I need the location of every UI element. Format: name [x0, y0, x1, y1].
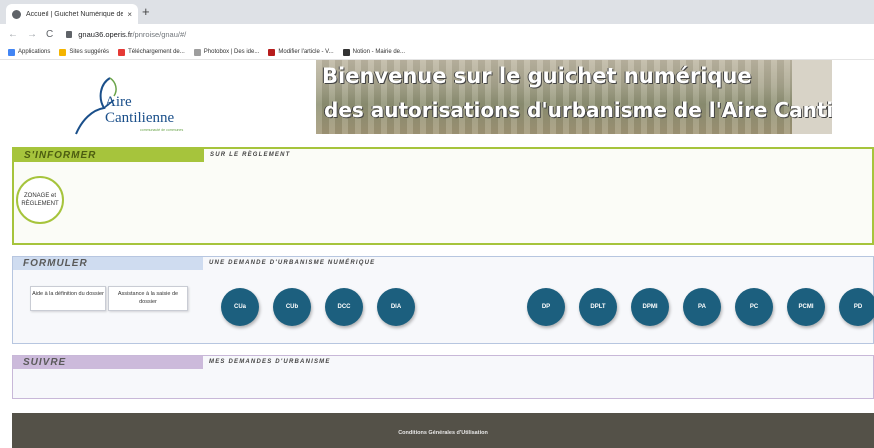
bookmark-favicon-icon [268, 48, 276, 56]
demande-cua-button[interactable]: CUa [221, 288, 259, 326]
reload-icon[interactable]: C [46, 29, 53, 40]
browser-tab[interactable]: Accueil | Guichet Numérique des × [6, 4, 138, 24]
bookmark-modifier-article[interactable]: Modifier l'article - V... [268, 48, 334, 56]
demande-pcmi-button[interactable]: PCMI [787, 288, 825, 326]
logo-text-aire: Aire [105, 94, 132, 110]
cgu-link[interactable]: Conditions Générales d'Utilisation [12, 430, 874, 436]
tab-bar: Accueil | Guichet Numérique des × + [0, 0, 874, 24]
assistance-saisie-dossier-button[interactable]: Assistance à la saisie de dossier [108, 286, 188, 311]
section-informer-subtitle: SUR LE RÈGLEMENT [210, 152, 291, 158]
bookmark-favicon-icon [193, 48, 201, 56]
new-tab-button[interactable]: + [142, 5, 150, 19]
section-suivre-label: SUIVRE [23, 357, 67, 368]
address-bar[interactable]: gnau36.operis.fr/pnroise/gnau/#/ [78, 30, 186, 39]
section-formuler-label: FORMULER [23, 258, 88, 269]
bookmark-notion[interactable]: Notion - Mairie de... [342, 48, 405, 56]
bookmark-favicon-icon [342, 48, 350, 56]
bookmark-applications[interactable]: Applications [8, 48, 50, 56]
section-formuler: FORMULER UNE DEMANDE D'URBANISME NUMÉRIQ… [12, 256, 874, 344]
bookmark-sites-suggeres[interactable]: Sites suggérés [59, 48, 109, 56]
page-footer: Conditions Générales d'Utilisation [12, 413, 874, 448]
tab-title: Accueil | Guichet Numérique des [26, 10, 124, 18]
page-content: Aire Cantilienne communauté de communes … [0, 60, 874, 448]
banner-photo-edge [792, 60, 832, 134]
demande-dpmi-button[interactable]: DPMI [631, 288, 669, 326]
bookmark-telechargement[interactable]: Téléchargement de... [118, 48, 185, 56]
close-tab-icon[interactable]: × [127, 10, 132, 19]
url-host: gnau36.operis.fr [78, 30, 133, 39]
banner-title-line2: des autorisations d'urbanisme de l'Aire … [324, 98, 832, 122]
demande-dp-button[interactable]: DP [527, 288, 565, 326]
section-suivre-subtitle: MES DEMANDES D'URBANISME [209, 359, 331, 365]
demande-pc-button[interactable]: PC [735, 288, 773, 326]
banner-title-line1: Bienvenue sur le guichet numérique [322, 64, 752, 88]
site-favicon-icon [12, 9, 21, 19]
bookmark-favicon-icon [59, 48, 67, 56]
logo-text-cantilienne: Cantilienne [105, 110, 175, 126]
bookmarks-bar: Applications Sites suggérés Téléchargeme… [0, 45, 874, 60]
section-informer: S'INFORMER SUR LE RÈGLEMENT ZONAGE et RÈ… [12, 147, 874, 245]
url-path: /pnroise/gnau/#/ [132, 30, 187, 39]
apps-grid-icon [8, 48, 15, 56]
demande-pd-button[interactable]: PD [839, 288, 874, 326]
demande-dplt-button[interactable]: DPLT [579, 288, 617, 326]
lock-icon[interactable] [66, 31, 73, 38]
demande-cub-button[interactable]: CUb [273, 288, 311, 326]
forward-arrow-icon[interactable]: → [27, 29, 37, 40]
aide-definition-dossier-button[interactable]: Aide à la définition du dossier [30, 286, 106, 311]
demande-dia-button[interactable]: DIA [377, 288, 415, 326]
demande-dcc-button[interactable]: DCC [325, 288, 363, 326]
section-suivre: SUIVRE MES DEMANDES D'URBANISME [12, 355, 874, 399]
demande-pa-button[interactable]: PA [683, 288, 721, 326]
zonage-reglement-button[interactable]: ZONAGE et RÈGLEMENT [16, 176, 64, 224]
bookmark-photobox[interactable]: Photobox | Des ide... [193, 48, 259, 56]
section-formuler-subtitle: UNE DEMANDE D'URBANISME NUMÉRIQUE [209, 260, 376, 266]
browser-toolbar: ← → C gnau36.operis.fr/pnroise/gnau/#/ [0, 24, 874, 45]
logo-subtitle: communauté de communes [140, 128, 184, 132]
back-arrow-icon[interactable]: ← [8, 29, 18, 40]
welcome-banner: Bienvenue sur le guichet numérique des a… [316, 60, 832, 134]
section-informer-label: S'INFORMER [24, 150, 97, 161]
bookmark-favicon-icon [118, 48, 126, 56]
